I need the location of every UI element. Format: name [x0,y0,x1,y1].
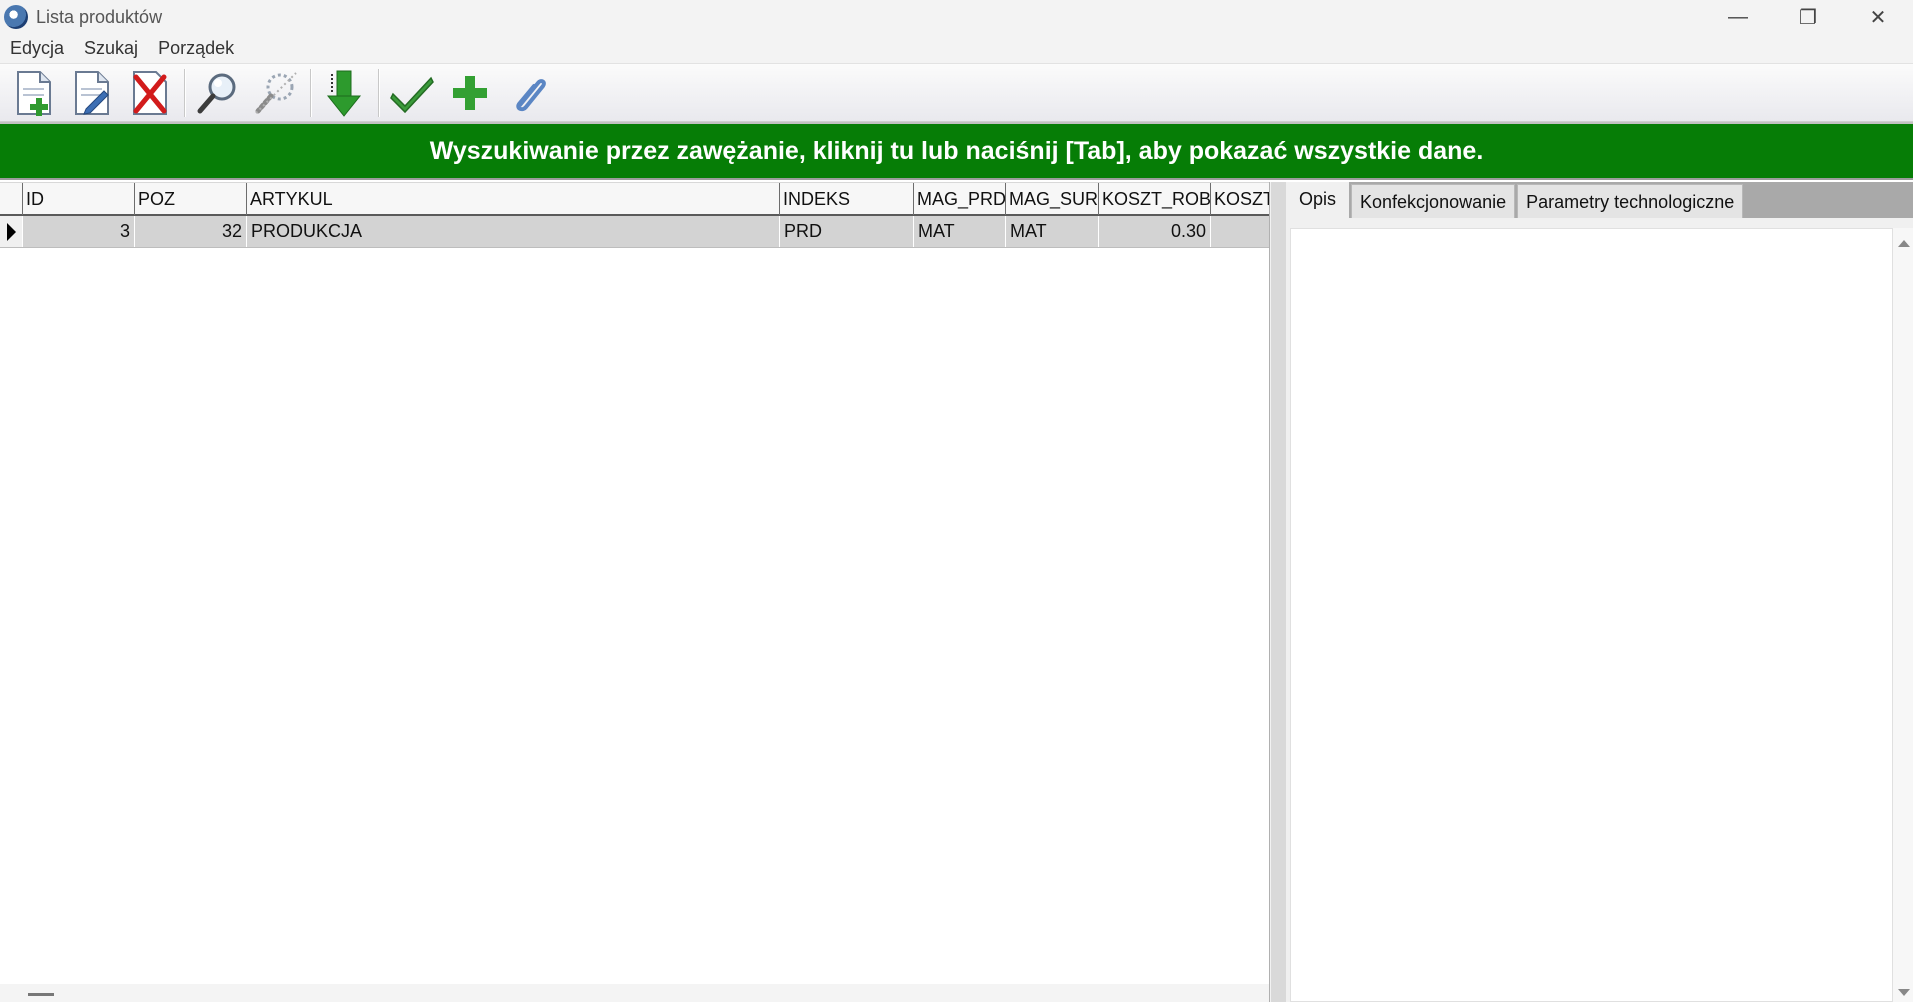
horizontal-scrollbar[interactable] [0,984,1269,1002]
accept-icon[interactable] [386,67,438,119]
menu-edycja[interactable]: Edycja [0,38,74,59]
add-document-icon[interactable] [8,67,60,119]
window-title: Lista produktów [36,6,163,27]
menu-szukaj[interactable]: Szukaj [74,38,148,59]
row-indicator-icon [0,216,22,247]
plus-icon[interactable] [444,67,496,119]
app-icon [4,5,28,29]
tab-konfekcjonowanie[interactable]: Konfekcjonowanie [1351,184,1516,218]
close-button[interactable]: ✕ [1843,0,1913,34]
cell-indeks[interactable]: PRD [779,216,913,247]
toolbar-separator [184,68,186,117]
edit-document-icon[interactable] [66,67,118,119]
cell-id[interactable]: 3 [22,216,134,247]
cell-koszt[interactable] [1210,216,1269,247]
panel-splitter[interactable] [1270,182,1286,1002]
menu-bar: Edycja Szukaj Porządek [0,34,1913,64]
description-memo[interactable] [1290,228,1893,1002]
title-bar: Lista produktów — ❐ ✕ [0,0,1913,34]
details-panel: Opis Konfekcjonowanie Parametry technolo… [1286,182,1913,1002]
scrollbar-thumb[interactable] [28,993,54,996]
minimize-button[interactable]: — [1703,0,1773,34]
column-header-poz[interactable]: POZ [134,183,246,215]
delete-icon[interactable] [124,67,176,119]
toolbar [0,64,1913,122]
maximize-button[interactable]: ❐ [1773,0,1843,34]
search-icon[interactable] [192,67,244,119]
column-header-koszt-rob[interactable]: KOSZT_ROB [1098,183,1210,215]
cell-mag-prd[interactable]: MAT [913,216,1005,247]
cell-mag-sur[interactable]: MAT [1005,216,1098,247]
menu-porzadek[interactable]: Porządek [148,38,244,59]
toolbar-separator [310,68,312,117]
toolbar-separator [378,68,380,117]
scroll-down-icon[interactable] [1898,989,1910,996]
scroll-up-icon[interactable] [1898,240,1910,247]
details-tabs: Opis Konfekcjonowanie Parametry technolo… [1286,182,1913,218]
tab-content [1286,218,1913,1002]
column-header-indeks[interactable]: INDEKS [779,183,913,215]
column-header-mag-prd[interactable]: MAG_PRD [913,183,1005,215]
vertical-scrollbar[interactable] [1893,228,1913,1002]
tab-parametry-technologiczne[interactable]: Parametry technologiczne [1517,184,1744,218]
header-indicator [0,183,22,215]
cell-koszt-rob[interactable]: 0.30 [1098,216,1210,247]
table-row[interactable]: 3 32 PRODUKCJA PRD MAT MAT 0.30 [0,216,1269,248]
grid-header: ID POZ ARTYKUL INDEKS MAG_PRD MAG_SUR KO… [0,182,1269,216]
product-grid: ID POZ ARTYKUL INDEKS MAG_PRD MAG_SUR KO… [0,182,1270,1002]
cell-poz[interactable]: 32 [134,216,246,247]
column-header-id[interactable]: ID [22,183,134,215]
column-header-koszt[interactable]: KOSZT [1210,183,1269,215]
tab-opis[interactable]: Opis [1286,182,1350,218]
attachment-icon[interactable] [502,67,554,119]
search-clear-icon[interactable] [250,67,302,119]
column-header-artykul[interactable]: ARTYKUL [246,183,779,215]
search-banner[interactable]: Wyszukiwanie przez zawężanie, kliknij tu… [0,122,1913,180]
window-controls: — ❐ ✕ [1703,0,1913,34]
sort-down-icon[interactable] [318,67,370,119]
cell-artykul[interactable]: PRODUKCJA [246,216,779,247]
column-header-mag-sur[interactable]: MAG_SUR [1005,183,1098,215]
